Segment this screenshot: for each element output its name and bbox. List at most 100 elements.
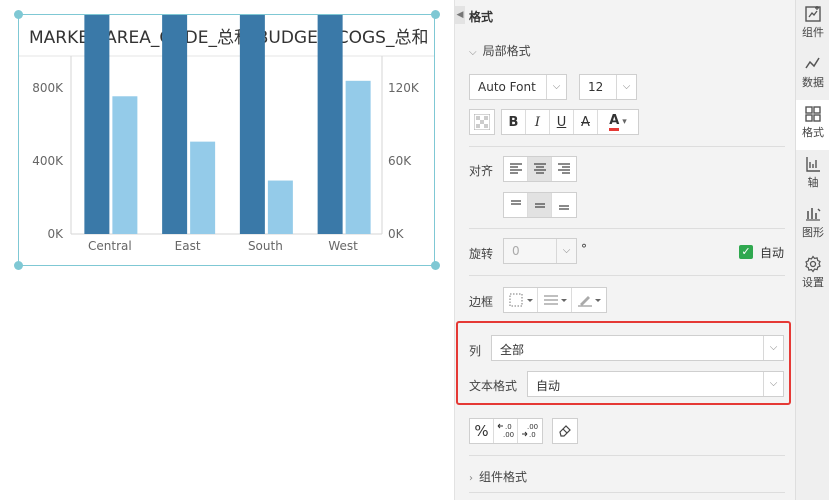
axis-icon (806, 157, 820, 172)
number-format-group: % .0.00 .00.0 (469, 418, 543, 444)
sidebar-label: 格式 (802, 126, 824, 139)
component-format-label: 组件格式 (479, 470, 528, 484)
format-panel: ◀ 格式 ⌵ 局部格式 Auto Font ⌵ 12 ⌵ B I U A A ▾ 对… (454, 0, 795, 500)
font-size-select[interactable]: 12 ⌵ (579, 74, 637, 100)
font-color-button[interactable]: A ▾ (598, 110, 638, 134)
component-format-section[interactable]: › 组件格式 (469, 468, 527, 485)
sidebar-label: 轴 (807, 176, 819, 189)
horizontal-align-group (503, 156, 577, 182)
background-pattern-button[interactable] (469, 109, 495, 135)
left-axis-tick-label: 0K (47, 227, 64, 241)
border-color-button[interactable] (572, 288, 606, 312)
collapse-panel-icon[interactable]: ◀ (455, 6, 465, 24)
bar-south-series-2 (267, 180, 293, 234)
chevron-down-icon: ⌵ (556, 239, 576, 263)
bar-central-series-1 (84, 15, 110, 234)
right-axis-tick-label: 120K (388, 81, 420, 95)
svg-text:.00: .00 (503, 431, 514, 439)
divider (469, 492, 785, 493)
shape-icon (806, 208, 821, 221)
bar-west-series-1 (317, 15, 343, 234)
text-style-group: B I U A A ▾ (501, 109, 639, 135)
increase-decimal-button[interactable]: .00.0 (518, 419, 542, 443)
font-family-select[interactable]: Auto Font ⌵ (469, 74, 567, 100)
x-axis-category-label: East (175, 239, 201, 253)
sidebar-item-data[interactable]: 数据 (796, 50, 829, 100)
divider (469, 146, 785, 147)
resize-handle-bottom-left[interactable] (14, 261, 23, 270)
left-axis-tick-label: 400K (32, 154, 64, 168)
format-icon (805, 106, 821, 122)
bar-east-series-2 (190, 141, 216, 234)
percent-button[interactable]: % (470, 419, 494, 443)
vertical-align-group (503, 192, 577, 218)
sidebar-item-settings[interactable]: 设置 (796, 250, 829, 300)
clear-format-button[interactable] (552, 418, 578, 444)
right-sidebar: 组件 数据 格式 轴 图形 设置 (795, 0, 829, 500)
panel-header: ◀ 格式 (455, 0, 796, 32)
align-bottom-button[interactable] (552, 193, 576, 217)
checkerboard-icon (470, 110, 494, 134)
border-line-button[interactable] (538, 288, 572, 312)
sidebar-label: 设置 (802, 276, 824, 289)
right-axis-tick-label: 60K (388, 154, 412, 168)
divider (469, 275, 785, 276)
bar-east-series-1 (162, 15, 188, 235)
resize-handle-bottom-right[interactable] (431, 261, 440, 270)
x-axis-category-label: Central (88, 239, 132, 253)
chevron-down-icon: ▾ (622, 117, 627, 127)
divider (469, 228, 785, 229)
sidebar-item-axis[interactable]: 轴 (796, 150, 829, 200)
gear-icon (805, 255, 821, 273)
align-center-button[interactable] (528, 157, 552, 181)
data-icon (805, 57, 820, 69)
italic-button[interactable]: I (526, 110, 550, 134)
x-axis-category-label: South (248, 239, 283, 253)
align-top-button[interactable] (504, 193, 528, 217)
sidebar-item-shape[interactable]: 图形 (796, 200, 829, 250)
strikethrough-button[interactable]: A (574, 110, 598, 134)
align-label: 对齐 (469, 164, 494, 178)
chevron-down-icon: ⌵ (546, 75, 566, 99)
auto-rotate-label: 自动 (760, 246, 785, 260)
bar-south-series-1 (239, 15, 265, 235)
bar-central-series-2 (112, 96, 138, 235)
local-format-section[interactable]: ⌵ 局部格式 (469, 42, 531, 59)
rotate-label: 旋转 (469, 247, 494, 261)
chart-widget[interactable]: MARKET/AREA_CODE_总和/BUDGET_COGS_总和 0K 400… (18, 14, 435, 266)
right-axis-tick-label: 0K (388, 227, 405, 241)
svg-text:.00: .00 (527, 423, 538, 431)
eraser-icon (553, 419, 577, 443)
sidebar-label: 组件 (802, 26, 824, 39)
decrease-decimal-button[interactable]: .0.00 (494, 419, 518, 443)
bar-west-series-2 (345, 80, 371, 234)
svg-text:.0: .0 (505, 423, 512, 431)
align-right-button[interactable] (552, 157, 576, 181)
bold-button[interactable]: B (502, 110, 526, 134)
chevron-down-icon: ⌵ (469, 47, 477, 58)
sidebar-item-format[interactable]: 格式 (796, 100, 829, 150)
local-format-label: 局部格式 (482, 44, 531, 58)
rotate-select[interactable]: 0 ⌵ (503, 238, 577, 264)
chevron-right-icon: › (469, 473, 473, 484)
sidebar-item-component[interactable]: 组件 (796, 0, 829, 50)
bar-chart[interactable]: 0K400K800K0K60K120K2,774,016113,108Centr… (19, 15, 436, 267)
left-axis-tick-label: 800K (32, 81, 64, 95)
resize-handle-top-left[interactable] (14, 10, 23, 19)
rotate-value: 0 (512, 244, 520, 258)
panel-title: 格式 (469, 10, 494, 24)
sidebar-label: 数据 (802, 76, 824, 89)
border-style-button[interactable] (504, 288, 538, 312)
resize-handle-top-right[interactable] (431, 10, 440, 19)
font-family-value: Auto Font (478, 80, 536, 94)
degree-symbol: ° (581, 242, 587, 256)
sidebar-label: 图形 (802, 226, 824, 239)
auto-rotate-checkbox[interactable]: ✓ (739, 245, 753, 259)
border-group (503, 287, 607, 313)
underline-button[interactable]: U (550, 110, 574, 134)
align-middle-button[interactable] (528, 193, 552, 217)
border-label: 边框 (469, 295, 494, 309)
align-left-button[interactable] (504, 157, 528, 181)
font-color-icon: A (609, 113, 620, 131)
component-icon (805, 6, 821, 22)
